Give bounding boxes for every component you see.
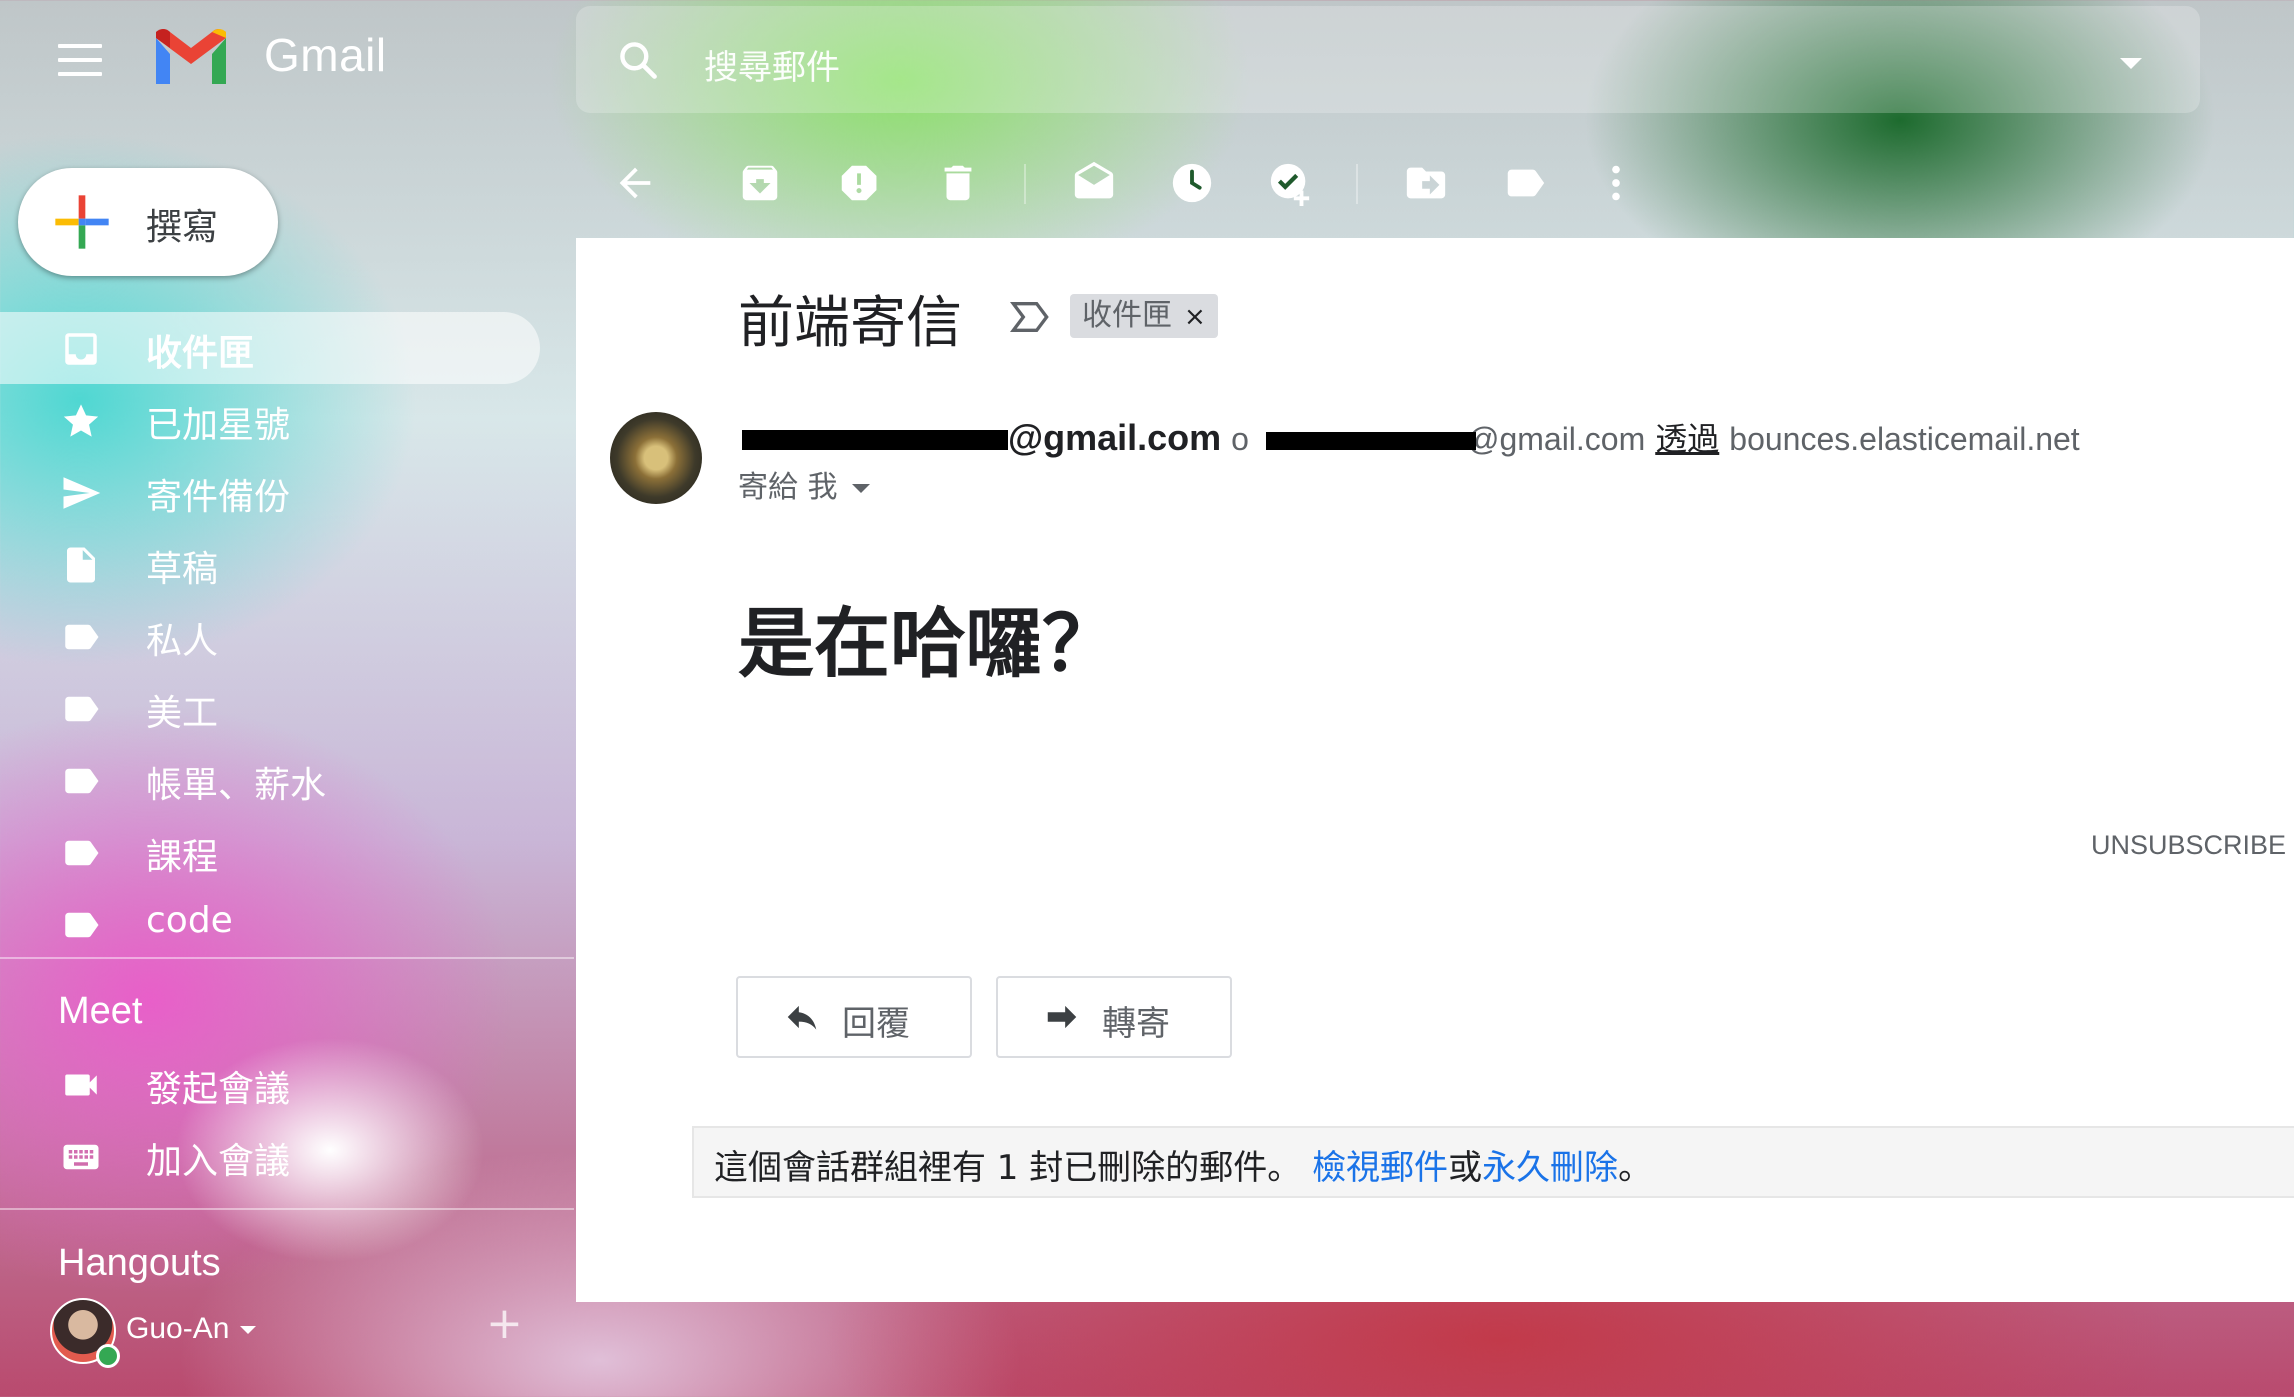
sidebar-item-label[interactable]: 已加星號 (146, 396, 290, 448)
sidebar-item-label[interactable]: 美工 (146, 684, 218, 736)
search-icon[interactable] (616, 38, 660, 82)
toolbar-divider (1356, 164, 1358, 204)
notice-text: 這個會話群組裡有 1 封已刪除的郵件。 (714, 1148, 1313, 1188)
inbox-icon (65, 333, 97, 365)
search-bar[interactable]: 搜尋郵件 (576, 6, 2200, 113)
reply-label[interactable]: 回覆 (842, 996, 910, 1045)
sidebar-item-art[interactable]: 美工 (0, 672, 540, 744)
chevron-down-icon[interactable] (240, 1326, 256, 1334)
redaction-bar (742, 430, 1008, 450)
via-link[interactable]: 透過 (1655, 421, 1719, 457)
hangouts-section-title: Hangouts (58, 1242, 221, 1284)
unsubscribe-link[interactable]: UNSUBSCRIBE (2091, 830, 2286, 861)
forward-button[interactable]: 轉寄 (996, 976, 1232, 1058)
archive-icon[interactable] (737, 160, 783, 206)
search-placeholder[interactable]: 搜尋郵件 (704, 40, 840, 89)
sidebar-item-private[interactable]: 私人 (0, 600, 540, 672)
move-to-icon[interactable] (1403, 160, 1449, 206)
sidebar-item-join-meeting[interactable]: 加入會議 (0, 1120, 540, 1192)
label-icon (65, 696, 99, 722)
chevron-down-icon[interactable] (851, 484, 870, 493)
remove-label-close-icon[interactable]: × (1184, 302, 1206, 332)
sidebar-item-label[interactable]: 發起會議 (146, 1060, 290, 1112)
sender-avatar[interactable] (610, 412, 702, 504)
plus-icon (55, 195, 109, 249)
notice-suffix: 。 (1618, 1148, 1653, 1188)
label-icon (65, 768, 99, 794)
add-task-icon[interactable] (1267, 160, 1313, 206)
label-icon (65, 624, 99, 650)
online-status-icon (96, 1344, 120, 1368)
back-arrow-icon[interactable] (612, 160, 658, 206)
reply-icon (787, 1005, 817, 1030)
sidebar-item-label[interactable]: 加入會議 (146, 1132, 290, 1184)
sidebar-item-label[interactable]: 課程 (146, 828, 218, 880)
sidebar-divider (0, 957, 574, 959)
sidebar-item-courses[interactable]: 課程 (0, 816, 540, 888)
sidebar-item-bills[interactable]: 帳單、薪水 (0, 744, 540, 816)
importance-marker-icon[interactable] (1010, 300, 1050, 334)
via-domain: bounces.elasticemail.net (1729, 421, 2080, 457)
toolbar-divider (1024, 164, 1026, 204)
compose-button[interactable]: 撰寫 (18, 168, 278, 276)
draft-icon (67, 547, 95, 583)
sidebar-item-label[interactable]: 收件匣 (146, 324, 254, 376)
more-vert-icon[interactable] (1593, 160, 1639, 206)
app-name: Gmail (264, 29, 387, 81)
sidebar-item-code[interactable]: code (0, 888, 540, 960)
notice-or: 或 (1448, 1148, 1483, 1188)
hangouts-user[interactable]: Guo-An + (50, 1298, 570, 1370)
add-contact-icon[interactable]: + (486, 1298, 523, 1349)
sidebar-item-start-meeting[interactable]: 發起會議 (0, 1048, 540, 1120)
send-icon (63, 477, 101, 509)
forward-label[interactable]: 轉寄 (1102, 996, 1170, 1045)
deleted-message-notice: 這個會話群組裡有 1 封已刪除的郵件。 檢視郵件或永久刪除。 (692, 1126, 2294, 1198)
hangouts-user-name[interactable]: Guo-An (126, 1312, 229, 1346)
email-body: 是在哈囉？ (738, 599, 1118, 688)
sidebar-divider (0, 1208, 574, 1210)
delete-forever-link[interactable]: 永久刪除 (1482, 1148, 1618, 1188)
label-chip-text: 收件匣 (1082, 298, 1172, 333)
search-options-chevron-down-icon[interactable] (2120, 58, 2142, 69)
sidebar-item-sent[interactable]: 寄件備份 (0, 456, 540, 528)
view-message-link[interactable]: 檢視郵件 (1312, 1148, 1448, 1188)
keyboard-icon (63, 1144, 99, 1170)
sidebar-item-label[interactable]: 私人 (146, 612, 218, 664)
label-icon (65, 840, 99, 866)
email-view: 前端寄信 收件匣 × @gmail.com o @gmail.com 透過 bounces… (576, 238, 2294, 1302)
mark-unread-icon[interactable] (1071, 160, 1117, 206)
label-icon[interactable] (1502, 160, 1548, 206)
sidebar-item-inbox[interactable]: 收件匣 (0, 312, 540, 384)
meet-section-title: Meet (58, 990, 143, 1032)
gmail-logo-icon (156, 29, 226, 84)
sidebar-item-label[interactable]: 帳單、薪水 (146, 756, 326, 808)
snooze-icon[interactable] (1169, 160, 1215, 206)
star-icon (63, 404, 99, 437)
report-spam-icon[interactable] (836, 160, 882, 206)
sidebar-item-drafts[interactable]: 草稿 (0, 528, 540, 600)
sidebar-item-label[interactable]: 草稿 (146, 540, 218, 592)
sidebar-item-starred[interactable]: 已加星號 (0, 384, 540, 456)
sidebar-item-label[interactable]: code (146, 900, 233, 941)
email-subject: 前端寄信 (738, 291, 962, 356)
recipient-details[interactable]: 寄給 我 (738, 462, 870, 506)
video-camera-icon (65, 1074, 97, 1096)
delete-icon[interactable] (935, 160, 981, 206)
label-icon (65, 912, 99, 938)
sidebar-item-label[interactable]: 寄件備份 (146, 468, 290, 520)
redaction-bar (1266, 432, 1476, 450)
label-chip-inbox: 收件匣 × (1070, 294, 1218, 338)
forward-icon (1047, 1005, 1077, 1029)
main-menu-button[interactable] (58, 44, 102, 76)
reply-button[interactable]: 回覆 (736, 976, 972, 1058)
compose-label[interactable]: 撰寫 (146, 198, 218, 250)
